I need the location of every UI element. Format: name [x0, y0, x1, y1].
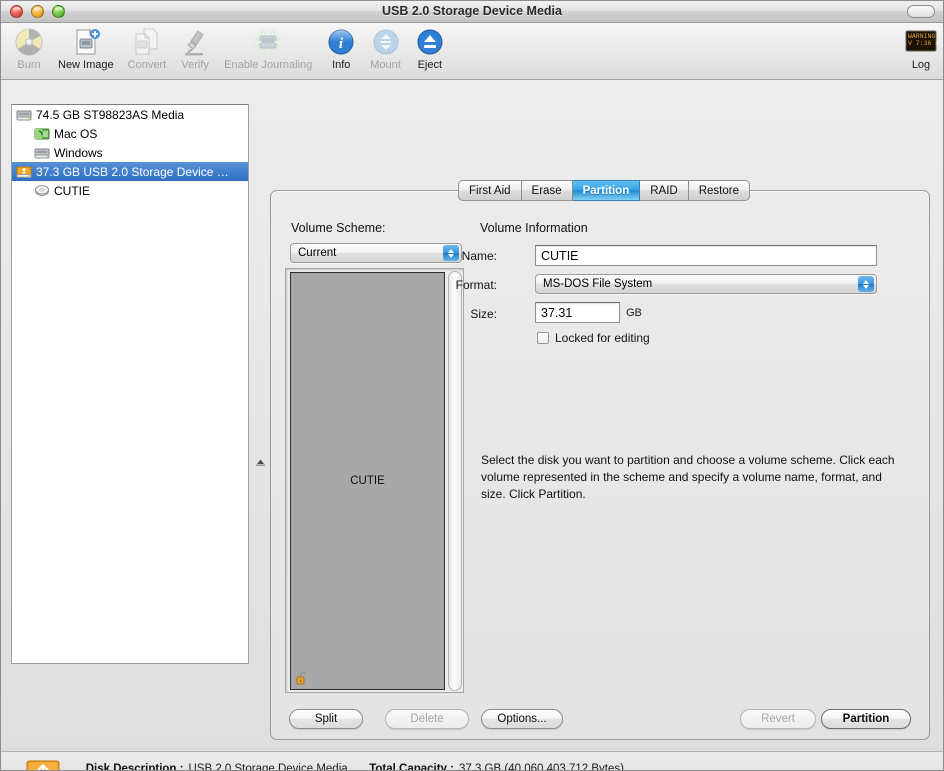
info-value: 37.3 GB (40,060,403,712 Bytes) — [458, 763, 624, 771]
volume-format-value: MS-DOS File System — [543, 278, 653, 290]
toolbar-button-convert[interactable]: Convert — [121, 26, 174, 71]
tab-erase[interactable]: Erase — [521, 180, 573, 201]
size-unit-label: GB — [626, 307, 642, 319]
minimize-window-button[interactable] — [31, 5, 44, 18]
info-key: Total Capacity — [353, 762, 454, 770]
toolbar-label-log: Log — [911, 59, 931, 71]
hard-disk-icon — [16, 107, 32, 123]
eject-icon — [415, 26, 445, 58]
tab-partition[interactable]: Partition — [572, 180, 641, 201]
log-icon: WARNING V 7:36 D — [905, 26, 937, 58]
split-button[interactable]: Split — [289, 709, 363, 729]
toolbar-button-new-image[interactable]: New Image — [51, 26, 121, 71]
volume-scheme-select[interactable]: Current — [290, 243, 462, 263]
toolbar-label-enable-journaling: Enable Journaling — [224, 59, 313, 71]
disk-list[interactable]: 74.5 GB ST98823AS Media Mac OS Windows 3… — [11, 104, 249, 664]
disk-list-item-usb-storage-device[interactable]: 37.3 GB USB 2.0 Storage Device … — [12, 162, 248, 181]
volume-size-input[interactable]: 37.31 — [535, 302, 620, 323]
toolbar-button-enable-journaling[interactable]: Enable Journaling — [217, 26, 319, 71]
window-controls — [10, 5, 65, 18]
disk-list-item-label: Mac OS — [54, 126, 98, 141]
zoom-window-button[interactable] — [52, 5, 65, 18]
verify-microscope-icon — [180, 26, 210, 58]
volume-name-value: CUTIE — [541, 248, 579, 263]
disk-utility-window: USB 2.0 Storage Device Media Burn New Im… — [0, 0, 944, 771]
toolbar-button-mount[interactable]: Mount — [363, 26, 408, 71]
disk-list-item-windows[interactable]: Windows — [12, 143, 248, 162]
convert-icon — [132, 26, 162, 58]
unlocked-padlock-icon — [296, 671, 309, 685]
hard-disk-icon — [34, 145, 50, 161]
svg-text:WARNING: WARNING — [908, 33, 935, 40]
toolbar-button-info[interactable]: i Info — [319, 26, 363, 71]
info-icon: i — [326, 26, 356, 58]
partition-map-scrollbar[interactable] — [448, 271, 462, 691]
volume-scheme-label: Volume Scheme: — [291, 221, 386, 235]
partition-description-text: Select the disk you want to partition an… — [481, 453, 895, 501]
toolbar-button-log[interactable]: WARNING V 7:36 D Log — [905, 26, 937, 71]
volume-information-heading: Volume Information — [480, 221, 588, 235]
locked-for-editing-label: Locked for editing — [555, 331, 650, 345]
tab-bar: First Aid Erase Partition RAID Restore — [458, 180, 750, 201]
window-titlebar: USB 2.0 Storage Device Media — [1, 1, 943, 23]
window-content: 74.5 GB ST98823AS Media Mac OS Windows 3… — [1, 80, 943, 771]
svg-text:V 7:36 D: V 7:36 D — [908, 40, 937, 47]
window-title: USB 2.0 Storage Device Media — [382, 4, 562, 18]
toolbar-label-convert: Convert — [127, 59, 167, 71]
options-button[interactable]: Options... — [481, 709, 563, 729]
tab-first-aid[interactable]: First Aid — [458, 180, 522, 201]
disk-list-item-label: Windows — [54, 145, 103, 160]
usb-disk-icon — [23, 758, 63, 770]
disk-list-item-label: 37.3 GB USB 2.0 Storage Device … — [36, 164, 229, 179]
info-value: USB 2.0 Storage Device Media — [188, 763, 348, 771]
volume-scheme-value: Current — [298, 247, 337, 259]
disk-list-item-internal-drive[interactable]: 74.5 GB ST98823AS Media — [12, 105, 248, 124]
toolbar-button-burn[interactable]: Burn — [7, 26, 51, 71]
locked-for-editing-checkbox[interactable] — [537, 332, 549, 344]
disk-info-footer: ? Disk Description USB 2.0 Storage Devic… — [1, 751, 943, 771]
disk-list-item-mac-os[interactable]: Mac OS — [12, 124, 248, 143]
toolbar-toggle-button[interactable] — [907, 5, 935, 18]
tab-raid[interactable]: RAID — [640, 180, 689, 201]
delete-button[interactable]: Delete — [385, 709, 469, 729]
size-label: Size: — [470, 307, 497, 321]
partition-map[interactable]: CUTIE — [285, 268, 464, 693]
mac-volume-icon — [34, 126, 50, 142]
toolbar-label-mount: Mount — [370, 59, 401, 71]
toolbar-label-burn: Burn — [17, 59, 41, 71]
main-toolbar: Burn New Image Convert Verify Enable Jou… — [1, 23, 943, 80]
disk-info-left-column: Disk Description USB 2.0 Storage Device … — [71, 762, 348, 771]
format-label: Format: — [455, 278, 497, 292]
info-key: Disk Description — [71, 762, 183, 770]
disk-list-item-label: 74.5 GB ST98823AS Media — [36, 107, 185, 122]
chevron-updown-icon — [858, 276, 874, 292]
partition-volume-label: CUTIE — [350, 475, 385, 487]
new-image-icon — [71, 26, 101, 58]
volume-icon — [34, 183, 50, 199]
disk-list-item-label: CUTIE — [54, 183, 90, 198]
journaling-icon — [252, 26, 284, 58]
disk-list-item-cutie[interactable]: CUTIE — [12, 181, 248, 200]
partition-volume-block[interactable]: CUTIE — [290, 272, 445, 690]
toolbar-button-verify[interactable]: Verify — [173, 26, 217, 71]
name-label: Name: — [461, 249, 497, 263]
toolbar-label-info: Info — [332, 59, 351, 71]
toolbar-label-eject: Eject — [417, 59, 443, 71]
disk-info-right-column: Total Capacity 37.3 GB (40,060,403,712 B… — [353, 762, 624, 771]
volume-name-input[interactable]: CUTIE — [535, 245, 877, 266]
sidebar-collapse-handle[interactable] — [253, 456, 267, 468]
usb-disk-icon — [16, 164, 32, 180]
volume-size-value: 37.31 — [541, 305, 573, 320]
volume-format-select[interactable]: MS-DOS File System — [535, 274, 877, 294]
revert-button[interactable]: Revert — [740, 709, 816, 729]
locked-for-editing-row[interactable]: Locked for editing — [537, 331, 650, 345]
burn-icon — [14, 26, 44, 58]
toolbar-label-verify: Verify — [181, 59, 209, 71]
close-window-button[interactable] — [10, 5, 23, 18]
mount-icon — [371, 26, 401, 58]
toolbar-label-new-image: New Image — [58, 59, 114, 71]
tab-restore[interactable]: Restore — [688, 180, 750, 201]
partition-button[interactable]: Partition — [821, 709, 911, 729]
toolbar-button-eject[interactable]: Eject — [408, 26, 452, 71]
